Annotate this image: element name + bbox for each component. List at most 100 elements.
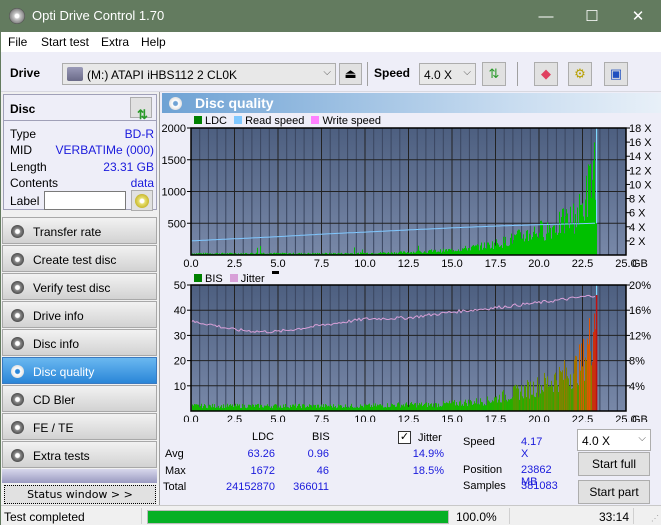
drive-select[interactable]: (M:) ATAPI iHBS112 2 CL0K ⌵ (62, 63, 336, 85)
bar (413, 404, 414, 411)
bar (350, 405, 351, 411)
label-input[interactable] (44, 191, 126, 210)
disc-refresh-button[interactable]: ⇅ (130, 97, 152, 122)
bar (505, 236, 506, 255)
bar (438, 403, 439, 411)
save-icon: ▣ (609, 66, 623, 81)
bar (210, 405, 211, 411)
bar (506, 245, 507, 255)
stats-total-bis: 366011 (293, 481, 329, 493)
speed-select-value: 4.0 X (424, 68, 453, 82)
bar (549, 385, 550, 411)
bar (495, 245, 496, 255)
refresh-button[interactable]: ⇅ (482, 62, 506, 86)
drive-icon (67, 67, 83, 81)
close-button[interactable]: ✕ (615, 1, 661, 32)
bar (476, 398, 477, 411)
start-part-button[interactable]: Start part (578, 480, 650, 504)
menu-start-test[interactable]: Start test (41, 35, 89, 49)
bar (554, 225, 555, 255)
start-full-button[interactable]: Start full (578, 452, 650, 476)
menu-file[interactable]: File (8, 35, 27, 49)
minimize-button[interactable]: — (523, 1, 569, 32)
bar (547, 222, 548, 255)
ldc-chart: 500 1000 1500 2000 2 X 4 X 6 X 8 X 10 X 12 X 14 X 1… (162, 123, 653, 270)
nav-drive-info[interactable]: Drive info (2, 301, 157, 328)
bar (558, 232, 559, 255)
y-tick-label: 40 (174, 305, 186, 317)
status-window-button[interactable]: Status window > > (4, 485, 156, 504)
bar (520, 391, 521, 411)
bar (472, 404, 473, 411)
disc-info-icon (11, 337, 24, 350)
bar (221, 405, 222, 411)
settings-button[interactable]: ⚙ (568, 62, 592, 86)
speed-select[interactable]: 4.0 X ⌵ (419, 63, 476, 85)
resize-grip-icon[interactable]: ⋰ (651, 514, 659, 523)
bar (468, 247, 469, 255)
menu-help[interactable]: Help (141, 35, 166, 49)
app-disc-icon (9, 8, 25, 24)
stats-row-label: Total (163, 481, 187, 493)
bar (542, 389, 543, 411)
jitter-checkbox[interactable]: ✓ (398, 431, 411, 444)
x-tick-label: 12.5 (398, 258, 419, 270)
bar (551, 380, 552, 411)
nav-cd-bler[interactable]: CD Bler (2, 385, 157, 412)
y-tick-label: 30 (174, 330, 186, 342)
erase-button[interactable]: ◆ (534, 62, 558, 86)
nav-disc-quality[interactable]: Disc quality (2, 357, 157, 384)
test-speed-select[interactable]: 4.0 X ⌵ (577, 429, 651, 451)
nav-verify-test-disc[interactable]: Verify test disc (2, 273, 157, 300)
bar (566, 367, 567, 411)
bar (331, 405, 332, 411)
nav-create-test-disc[interactable]: Create test disc (2, 245, 157, 272)
bar (560, 232, 561, 255)
bar (419, 403, 420, 411)
disc-key: Type (10, 127, 37, 141)
menu-extra[interactable]: Extra (101, 35, 129, 49)
stats-row-label: Max (165, 465, 186, 477)
bar (456, 402, 457, 411)
x-tick-label: 5.0 (270, 414, 285, 422)
eject-icon: ⏏ (344, 66, 357, 81)
eject-button[interactable]: ⏏ (339, 63, 362, 85)
bar (477, 404, 478, 411)
save-button[interactable]: ▣ (604, 62, 628, 86)
bar (504, 400, 505, 411)
bar (487, 242, 488, 255)
y-tick-label: 2000 (162, 123, 186, 135)
bar (317, 404, 318, 411)
bar (328, 405, 329, 411)
bar (280, 405, 281, 411)
bar (239, 404, 240, 411)
label-disc-button[interactable] (131, 190, 153, 211)
bar (394, 404, 395, 411)
disc-quality-icon (11, 365, 24, 378)
bar (264, 405, 265, 411)
bar (517, 230, 518, 255)
bar (515, 384, 516, 411)
bar (552, 385, 553, 411)
bar (214, 404, 215, 411)
nav-fe-te[interactable]: FE / TE (2, 413, 157, 440)
nav-disc-info[interactable]: Disc info (2, 329, 157, 356)
bar (514, 385, 515, 411)
bar (410, 403, 411, 411)
maximize-button[interactable]: ☐ (569, 1, 615, 32)
bar (592, 361, 593, 411)
bar (538, 238, 539, 255)
disc-quality-panel: Disc quality LDC Read speed Write speed … (159, 92, 661, 505)
bar (345, 404, 346, 411)
bar (474, 401, 475, 411)
bar (326, 404, 327, 411)
bar (294, 405, 295, 411)
bar (450, 249, 451, 255)
nav-extra-tests[interactable]: Extra tests (2, 441, 157, 468)
bar (420, 404, 421, 411)
nav-transfer-rate[interactable]: Transfer rate (2, 217, 157, 244)
bar (512, 397, 513, 411)
bar (569, 228, 570, 255)
bar (377, 404, 378, 411)
bar (484, 242, 485, 255)
